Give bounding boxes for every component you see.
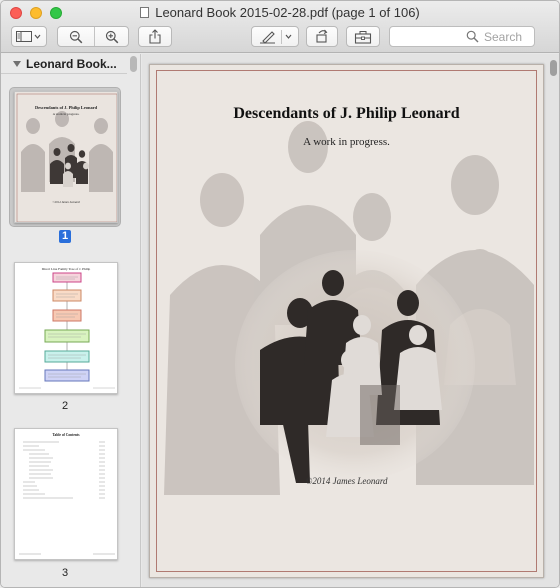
pen-icon [260,29,292,44]
sidebar-header[interactable]: Leonard Book... [1,54,127,74]
page-thumbnail-3[interactable]: Table of Contents [14,428,118,560]
sidebar-view-button[interactable] [11,26,47,47]
thumbnail-1-copyright: ©2014 James Leonard [52,200,80,204]
page-number-3: 3 [61,567,69,579]
disclosure-triangle-icon[interactable] [13,61,21,67]
page-thumbnail-2[interactable]: Direct Line Family Tree of J. Philip [14,262,118,394]
page-number-1: 1 [1,230,129,243]
share-icon [149,29,161,44]
rotate-button[interactable] [306,26,338,47]
document-file-icon [140,7,150,18]
document-subtitle: A work in progress. [303,136,390,148]
title-toolbar: Leonard Book 2015-02-28.pdf (page 1 of 1… [1,1,559,53]
zoom-out-button[interactable] [58,27,94,46]
sidebar-document-title: Leonard Book... [26,57,117,71]
pdf-page-1: Descendants of J. Philip Leonard A work … [149,64,544,578]
table-of-contents-lines [19,441,115,555]
document-heading: Descendants of J. Philip Leonard [233,105,460,122]
toolbox-button[interactable] [346,26,380,47]
zoom-out-icon [69,30,83,43]
thumbnail-1-heading: Descendants of J. Philip Leonard [34,105,98,110]
preview-window: Leonard Book 2015-02-28.pdf (page 1 of 1… [0,0,560,588]
toolbox-icon [354,30,372,44]
document-view[interactable]: Descendants of J. Philip Leonard A work … [142,54,559,587]
zoom-segmented-control [57,26,129,47]
sidebar-scrollbar[interactable] [130,56,137,72]
page-number-2: 2 [61,400,69,412]
page-number-1-badge: 1 [59,230,71,243]
document-copyright: ©2014 James Leonard [305,476,388,486]
search-input[interactable] [484,29,534,44]
zoom-in-icon [105,30,119,43]
search-field[interactable] [389,26,535,47]
markup-button[interactable] [251,26,299,47]
rotate-icon [316,29,328,43]
share-button[interactable] [138,26,172,47]
sidebar-icon [16,31,41,42]
page-thumbnail-1[interactable]: Descendants of J. Philip Leonard A work … [14,91,118,223]
search-icon [466,30,479,43]
thumbnail-1-subtitle: A work in progress. [52,112,80,116]
family-tree-chart [19,272,115,389]
zoom-in-button[interactable] [95,27,129,46]
window-title: Leonard Book 2015-02-28.pdf (page 1 of 1… [1,5,559,20]
window-title-text: Leonard Book 2015-02-28.pdf (page 1 of 1… [155,5,420,20]
document-scrollbar[interactable] [550,60,557,76]
thumbnail-sidebar: Leonard Book... Descendants of J. Philip… [1,54,141,587]
